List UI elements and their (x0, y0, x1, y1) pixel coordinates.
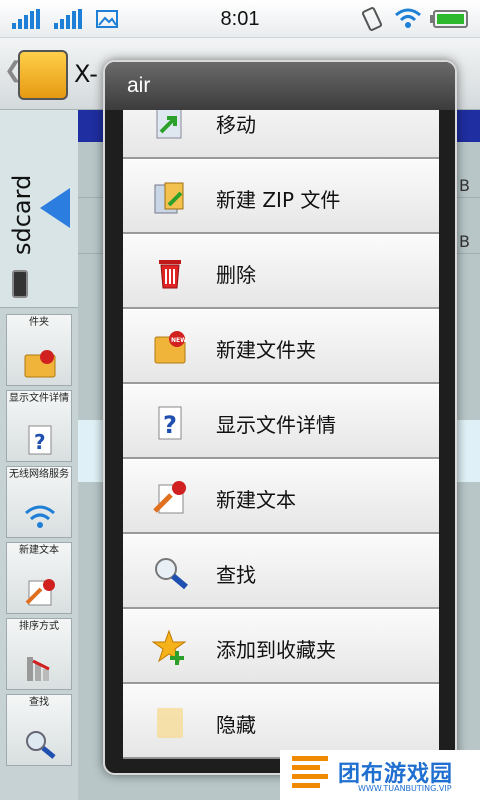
menu-item-label: 隐藏 (216, 713, 256, 737)
menu-item-delete[interactable]: 删除 (123, 234, 439, 309)
menu-item-label: 新建文件夹 (216, 338, 316, 362)
toolbar-file-details[interactable]: 显示文件详情 ? (6, 390, 72, 462)
search-icon (26, 731, 56, 759)
toolbar-search[interactable]: 查找 (6, 694, 72, 766)
new-text-icon (25, 579, 55, 606)
file-size: B (459, 232, 470, 251)
menu-list[interactable]: 移动 新建 ZIP 文件 删除 NEW 新建文件夹 ? 显示文件详情 新建文本 (123, 110, 439, 762)
back-arrow-icon[interactable] (40, 188, 70, 228)
menu-item-move[interactable]: 移动 (123, 110, 439, 159)
toolbar-label: 排序方式 (19, 621, 59, 632)
toolbar-label: 无线网络服务 (9, 469, 69, 480)
status-bar: 8:01 (0, 0, 480, 38)
search-icon (155, 558, 188, 590)
new-folder-icon (24, 350, 56, 378)
app-logo-icon (18, 50, 68, 100)
add-favorite-icon (151, 629, 187, 665)
toolbar-sort[interactable]: 排序方式 (6, 618, 72, 690)
phone-icon (12, 270, 28, 298)
storage-label: sdcard (8, 174, 36, 255)
new-text-icon (153, 481, 186, 514)
menu-item-label: 删除 (216, 263, 256, 287)
svg-text:NEW: NEW (171, 337, 187, 344)
toolbar-new-folder[interactable]: 件夹 (6, 314, 72, 386)
vibrate-icon (361, 7, 383, 31)
wifi-icon (25, 505, 55, 528)
move-icon (156, 110, 182, 139)
menu-item-label: 显示文件详情 (216, 413, 336, 437)
battery-icon (430, 10, 468, 28)
file-size: B (459, 176, 470, 195)
menu-item-new-zip[interactable]: 新建 ZIP 文件 (123, 159, 439, 234)
menu-item-label: 新建文本 (216, 488, 296, 512)
hide-icon (157, 708, 183, 738)
toolbar-new-text[interactable]: 新建文本 (6, 542, 72, 614)
new-folder-icon: NEW (154, 331, 187, 364)
toolbar-wifi-service[interactable]: 无线网络服务 (6, 466, 72, 538)
app-title: X- (74, 60, 98, 88)
menu-item-label: 查找 (216, 563, 256, 587)
toolbar-label: 显示文件详情 (9, 393, 69, 404)
watermark-subtext: WWW.TUANBUTING.VIP (358, 784, 452, 793)
svg-text:?: ? (163, 411, 177, 439)
wifi-status-icon (395, 8, 421, 28)
context-menu-dialog: air 移动 新建 ZIP 文件 删除 NEW 新建文件夹 ? 显示文件详情 新… (103, 60, 457, 775)
menu-item-label: 新建 ZIP 文件 (216, 188, 341, 212)
toolbar-label: 新建文本 (19, 545, 59, 556)
toolbar-label: 查找 (29, 697, 49, 708)
svg-text:?: ? (34, 430, 46, 454)
dialog-title: air (105, 62, 455, 110)
menu-item-new-folder[interactable]: NEW 新建文件夹 (123, 309, 439, 384)
left-toolbar: sdcard 件夹 显示文件详情 ? 无线网络服务 新建文本 排序方式 查找 (0, 110, 78, 800)
menu-item-new-text[interactable]: 新建文本 (123, 459, 439, 534)
menu-item-file-details[interactable]: ? 显示文件详情 (123, 384, 439, 459)
zip-file-icon (154, 182, 184, 214)
menu-item-add-favorite[interactable]: 添加到收藏夹 (123, 609, 439, 684)
file-details-icon: ? (158, 406, 182, 440)
menu-item-hide[interactable]: 隐藏 (123, 684, 439, 759)
trash-icon (159, 260, 181, 289)
menu-item-label: 移动 (216, 113, 256, 137)
watermark-logo-icon (292, 756, 332, 792)
watermark: 团布游戏园 WWW.TUANBUTING.VIP (280, 750, 480, 800)
menu-item-label: 添加到收藏夹 (216, 638, 336, 662)
toolbar-label: 件夹 (29, 317, 49, 328)
menu-item-search[interactable]: 查找 (123, 534, 439, 609)
storage-selector[interactable]: sdcard (0, 110, 78, 308)
sort-icon (27, 657, 50, 681)
file-details-icon: ? (28, 425, 52, 455)
